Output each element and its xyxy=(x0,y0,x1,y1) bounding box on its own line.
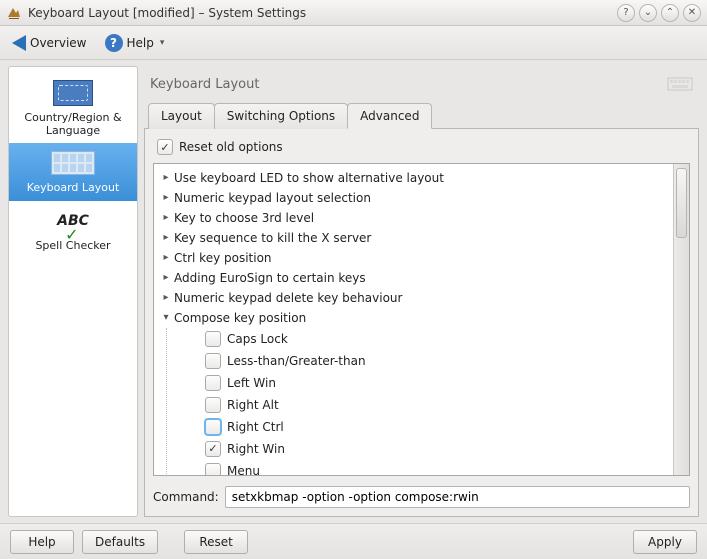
option-label: Left Win xyxy=(227,372,276,394)
tree-node-third-level[interactable]: ▸Key to choose 3rd level xyxy=(156,208,671,228)
help-icon: ? xyxy=(105,34,123,52)
expand-icon: ▸ xyxy=(160,229,172,247)
command-row: Command: xyxy=(153,482,690,508)
checkbox[interactable] xyxy=(205,397,221,413)
checkbox[interactable] xyxy=(205,441,221,457)
content-pane: Keyboard Layout Layout Switching Options… xyxy=(144,66,699,517)
globe-flag-icon xyxy=(49,79,97,107)
compose-option-ltgt[interactable]: Less-than/Greater-than xyxy=(177,350,671,372)
option-label: Right Win xyxy=(227,438,285,460)
options-tree[interactable]: ▸Use keyboard LED to show alternative la… xyxy=(154,164,673,475)
tree-node-eurosign[interactable]: ▸Adding EuroSign to certain keys xyxy=(156,268,671,288)
option-label: Less-than/Greater-than xyxy=(227,350,366,372)
apply-button[interactable]: Apply xyxy=(633,530,697,554)
help-button[interactable]: Help xyxy=(10,530,74,554)
reset-old-options-checkbox[interactable] xyxy=(157,139,173,155)
window-close-button[interactable]: ✕ xyxy=(683,4,701,22)
checkbox[interactable] xyxy=(205,353,221,369)
sidebar-item-label: Keyboard Layout xyxy=(27,181,120,194)
back-arrow-icon xyxy=(12,35,26,51)
expand-icon: ▸ xyxy=(160,289,172,307)
help-menu-button[interactable]: ? Help ▾ xyxy=(101,32,169,54)
expand-icon: ▸ xyxy=(160,269,172,287)
compose-option-menu[interactable]: Menu xyxy=(177,460,671,475)
tree-node-numpad-selection[interactable]: ▸Numeric keypad layout selection xyxy=(156,188,671,208)
section-header: Keyboard Layout xyxy=(144,66,699,102)
options-tree-container: ▸Use keyboard LED to show alternative la… xyxy=(153,163,690,476)
tree-node-numpad-delete[interactable]: ▸Numeric keypad delete key behaviour xyxy=(156,288,671,308)
window-title: Keyboard Layout [modified] – System Sett… xyxy=(22,6,617,20)
sidebar-item-spell-checker[interactable]: ABC Spell Checker xyxy=(9,201,137,258)
sidebar: Country/Region & Language Keyboard Layou… xyxy=(8,66,138,517)
collapse-icon: ▾ xyxy=(160,309,172,327)
tree-children-compose: Caps Lock Less-than/Greater-than Left Wi… xyxy=(166,328,671,475)
window-titlebar: Keyboard Layout [modified] – System Sett… xyxy=(0,0,707,26)
window-controls: ? ⌄ ⌃ ✕ xyxy=(617,4,701,22)
tree-scrollbar[interactable] xyxy=(673,164,689,475)
window-maximize-button[interactable]: ⌃ xyxy=(661,4,679,22)
chevron-down-icon: ▾ xyxy=(160,38,165,48)
checkbox[interactable] xyxy=(205,463,221,475)
app-icon xyxy=(6,5,22,21)
sidebar-item-country[interactable]: Country/Region & Language xyxy=(9,73,137,143)
tab-layout[interactable]: Layout xyxy=(148,103,215,129)
bottom-button-bar: Help Defaults Reset Apply xyxy=(0,523,707,559)
expand-icon: ▸ xyxy=(160,169,172,187)
scrollbar-thumb[interactable] xyxy=(676,168,687,238)
window-minimize-button[interactable]: ⌄ xyxy=(639,4,657,22)
reset-old-options-label: Reset old options xyxy=(179,140,283,154)
defaults-button[interactable]: Defaults xyxy=(82,530,158,554)
expand-icon: ▸ xyxy=(160,249,172,267)
command-input[interactable] xyxy=(225,486,690,508)
checkbox[interactable] xyxy=(205,419,221,435)
expand-icon: ▸ xyxy=(160,209,172,227)
compose-option-ralt[interactable]: Right Alt xyxy=(177,394,671,416)
reset-old-options-row: Reset old options xyxy=(153,137,690,157)
checkbox[interactable] xyxy=(205,331,221,347)
tab-advanced[interactable]: Advanced xyxy=(347,103,432,129)
sidebar-item-keyboard-layout[interactable]: Keyboard Layout xyxy=(9,143,137,200)
checkbox[interactable] xyxy=(205,375,221,391)
compose-option-caps[interactable]: Caps Lock xyxy=(177,328,671,350)
section-title: Keyboard Layout xyxy=(150,77,667,92)
tab-switching-options[interactable]: Switching Options xyxy=(214,103,348,129)
window-help-button[interactable]: ? xyxy=(617,4,635,22)
keyboard-icon xyxy=(49,149,97,177)
tab-bar: Layout Switching Options Advanced xyxy=(144,102,699,129)
compose-option-rctrl[interactable]: Right Ctrl xyxy=(177,416,671,438)
tree-node-ctrl-position[interactable]: ▸Ctrl key position xyxy=(156,248,671,268)
sidebar-item-label: Country/Region & Language xyxy=(13,111,133,137)
option-label: Caps Lock xyxy=(227,328,288,350)
tree-node-led[interactable]: ▸Use keyboard LED to show alternative la… xyxy=(156,168,671,188)
expand-icon: ▸ xyxy=(160,189,172,207)
option-label: Right Alt xyxy=(227,394,279,416)
overview-button[interactable]: Overview xyxy=(8,33,91,53)
tree-node-compose[interactable]: ▾Compose key position xyxy=(156,308,671,328)
compose-option-lwin[interactable]: Left Win xyxy=(177,372,671,394)
tab-panel-advanced: Reset old options ▸Use keyboard LED to s… xyxy=(144,129,699,517)
option-label: Right Ctrl xyxy=(227,416,284,438)
help-label: Help xyxy=(127,36,154,50)
spellcheck-icon: ABC xyxy=(49,207,97,235)
command-label: Command: xyxy=(153,490,219,504)
compose-option-rwin[interactable]: Right Win xyxy=(177,438,671,460)
toolbar: Overview ? Help ▾ xyxy=(0,26,707,60)
overview-label: Overview xyxy=(30,36,87,50)
tree-node-kill-x[interactable]: ▸Key sequence to kill the X server xyxy=(156,228,671,248)
reset-button[interactable]: Reset xyxy=(184,530,248,554)
keyboard-icon xyxy=(667,75,693,93)
option-label: Menu xyxy=(227,460,260,475)
